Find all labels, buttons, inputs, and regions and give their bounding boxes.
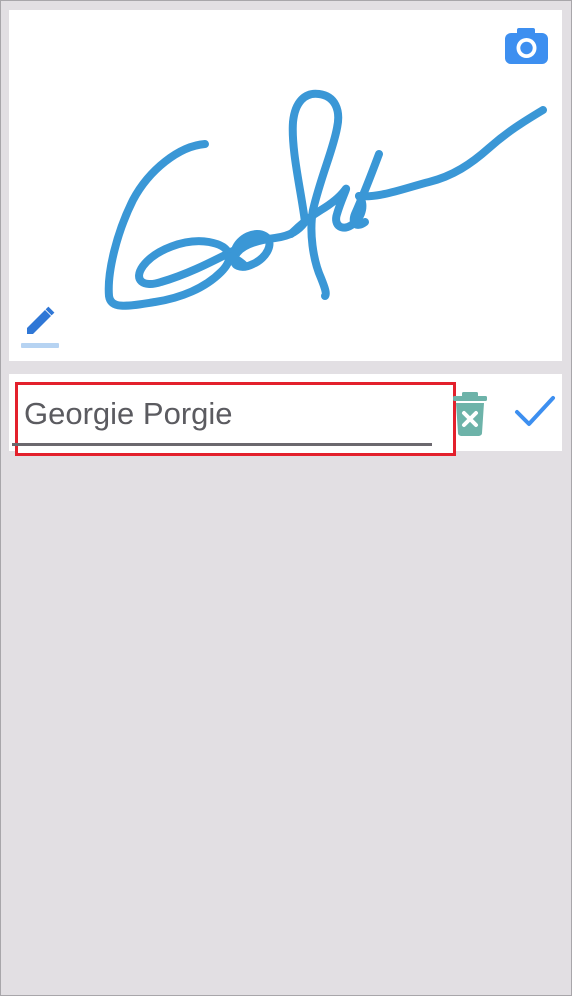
pen-underline xyxy=(21,343,59,348)
name-row xyxy=(9,374,562,456)
signature-canvas[interactable] xyxy=(9,10,562,361)
signer-name-input[interactable] xyxy=(24,393,436,435)
pen-icon xyxy=(27,306,55,334)
pen-tool-button[interactable] xyxy=(21,306,61,348)
check-icon xyxy=(515,396,555,426)
app-frame xyxy=(0,0,572,996)
name-input-highlight xyxy=(12,382,456,456)
confirm-button[interactable] xyxy=(513,390,557,434)
signature-drawing xyxy=(104,89,547,310)
camera-button[interactable] xyxy=(504,26,550,66)
name-input-underline xyxy=(12,443,432,446)
clear-signature-button[interactable] xyxy=(450,391,490,437)
trash-icon xyxy=(453,392,487,436)
camera-icon xyxy=(505,28,548,64)
